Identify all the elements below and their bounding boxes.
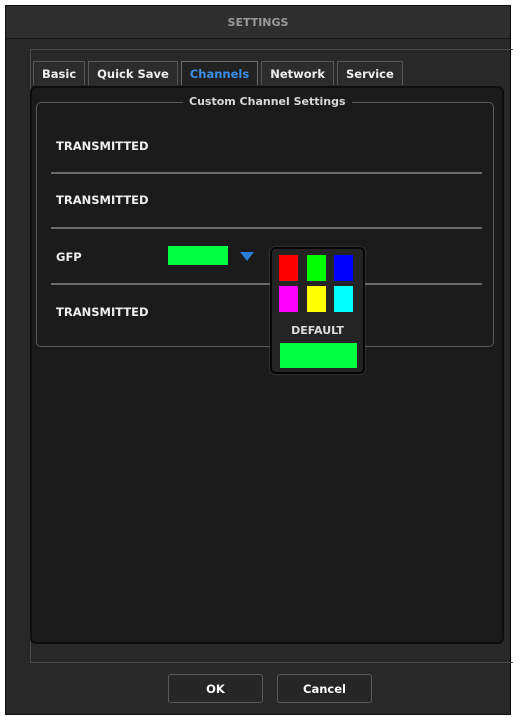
channel-1-label: TRANSMITTED xyxy=(56,139,149,153)
channel-3-label: GFP xyxy=(56,250,82,264)
channel-2-label: TRANSMITTED xyxy=(56,193,149,207)
swatch-red[interactable] xyxy=(279,255,298,281)
channel-separator xyxy=(51,283,482,285)
default-label: DEFAULT xyxy=(291,324,344,337)
swatch-yellow[interactable] xyxy=(307,286,326,312)
tab-network[interactable]: Network xyxy=(261,61,334,85)
tab-channels[interactable]: Channels xyxy=(180,61,259,85)
window-title: SETTINGS xyxy=(6,6,510,39)
tab-bar: Basic Quick Save Channels Network Servic… xyxy=(33,61,406,85)
swatch-blue[interactable] xyxy=(334,255,353,281)
channel-separator xyxy=(51,227,482,229)
channel-4-label: TRANSMITTED xyxy=(56,305,149,319)
swatch-green[interactable] xyxy=(307,255,326,281)
tab-quick-save[interactable]: Quick Save xyxy=(88,61,178,85)
swatch-cyan[interactable] xyxy=(334,286,353,312)
tab-service[interactable]: Service xyxy=(336,61,403,85)
cancel-button[interactable]: Cancel xyxy=(277,674,372,703)
channel-separator xyxy=(51,172,482,174)
swatch-magenta[interactable] xyxy=(279,286,298,312)
group-legend: Custom Channel Settings xyxy=(183,95,352,108)
ok-button[interactable]: OK xyxy=(168,674,263,703)
chevron-down-icon[interactable] xyxy=(240,252,254,261)
color-picker-popup: DEFAULT xyxy=(270,247,365,374)
default-color-swatch[interactable] xyxy=(280,343,357,368)
gfp-color-button[interactable] xyxy=(168,246,228,265)
custom-channel-settings-group: Custom Channel Settings TRANSMITTED TRAN… xyxy=(36,95,494,347)
tab-basic[interactable]: Basic xyxy=(33,61,86,85)
